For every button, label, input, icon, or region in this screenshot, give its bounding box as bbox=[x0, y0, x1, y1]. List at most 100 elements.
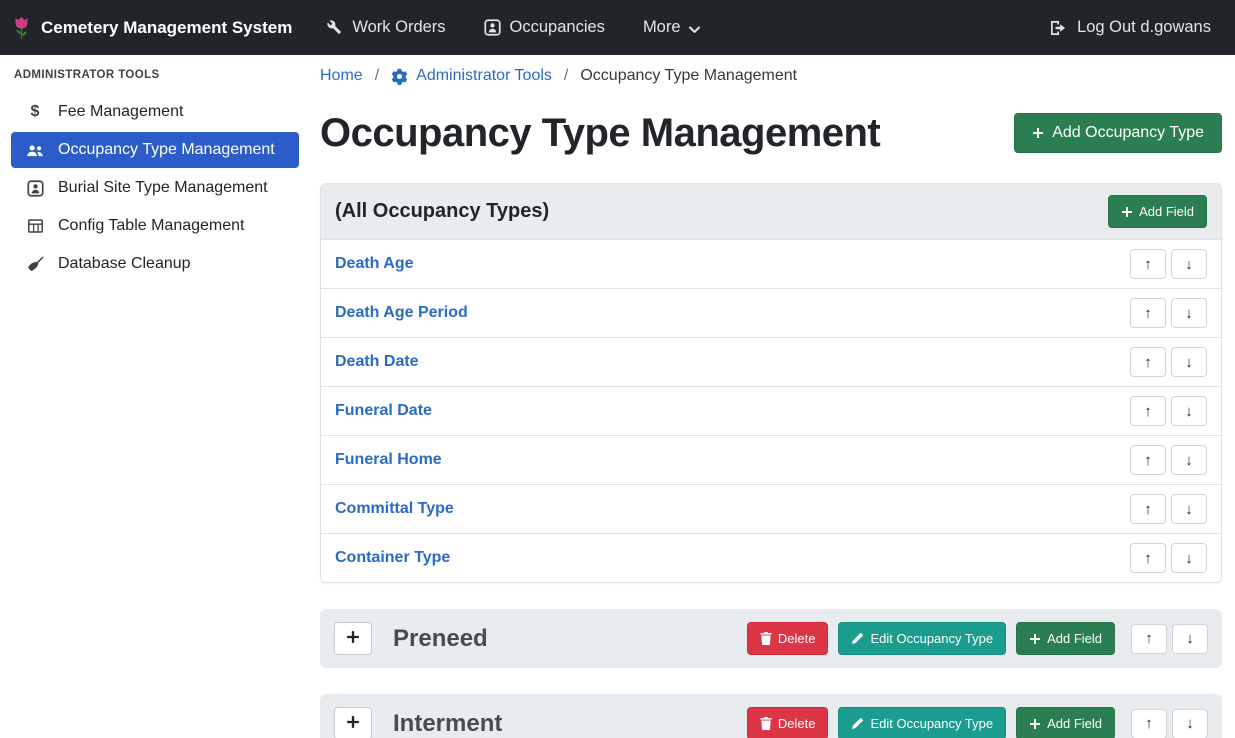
main-content: / Home / Administrator Tools / Occupancy… bbox=[310, 55, 1235, 738]
delete-occupancy-type-button[interactable]: Delete bbox=[747, 707, 829, 738]
nav-work-orders[interactable]: Work Orders bbox=[326, 18, 445, 37]
move-down-button[interactable]: ↓ bbox=[1172, 624, 1208, 654]
plus-icon bbox=[1121, 206, 1133, 218]
title-row: Occupancy Type Management Add Occupancy … bbox=[320, 109, 1222, 157]
arrow-down-icon: ↓ bbox=[1185, 256, 1193, 273]
arrow-down-icon: ↓ bbox=[1185, 403, 1193, 420]
add-field-button[interactable]: Add Field bbox=[1108, 195, 1207, 228]
move-down-button[interactable]: ↓ bbox=[1171, 298, 1207, 328]
field-link[interactable]: Funeral Date bbox=[335, 402, 432, 420]
move-up-button[interactable]: ↑ bbox=[1130, 298, 1166, 328]
breadcrumb-separator: / bbox=[375, 67, 379, 85]
occupancy-type-section: Interment Delete Edit Occupancy Type Add… bbox=[320, 694, 1222, 738]
arrow-down-icon: ↓ bbox=[1185, 305, 1193, 322]
breadcrumb-item: / Occupancy Type Management bbox=[552, 67, 797, 85]
expand-section-button[interactable] bbox=[334, 622, 372, 655]
field-row: Death Age Period ↑ ↓ bbox=[321, 289, 1221, 338]
breadcrumb-label: Occupancy Type Management bbox=[580, 67, 797, 85]
reorder-controls: ↑ ↓ bbox=[1130, 396, 1207, 426]
breadcrumb-label: Home bbox=[320, 67, 363, 85]
move-up-button[interactable]: ↑ bbox=[1130, 543, 1166, 573]
add-occupancy-type-button[interactable]: Add Occupancy Type bbox=[1014, 113, 1222, 153]
move-up-button[interactable]: ↑ bbox=[1130, 249, 1166, 279]
nav-more-label: More bbox=[643, 18, 681, 37]
move-down-button[interactable]: ↓ bbox=[1171, 347, 1207, 377]
field-link[interactable]: Death Date bbox=[335, 353, 419, 371]
field-link[interactable]: Death Age Period bbox=[335, 304, 468, 322]
move-up-button[interactable]: ↑ bbox=[1131, 709, 1167, 738]
add-occupancy-type-label: Add Occupancy Type bbox=[1052, 125, 1204, 141]
logout-icon bbox=[1049, 20, 1067, 36]
field-row: Death Date ↑ ↓ bbox=[321, 338, 1221, 387]
chevron-down-icon bbox=[688, 23, 701, 36]
trash-icon bbox=[760, 717, 772, 730]
reorder-controls: ↑ ↓ bbox=[1130, 445, 1207, 475]
sidebar-item[interactable]: Config Table Management bbox=[11, 208, 299, 244]
section-actions: Delete Edit Occupancy Type Add Field ↑ ↓ bbox=[747, 622, 1208, 655]
breadcrumb-item[interactable]: / Home bbox=[320, 67, 363, 85]
app-title[interactable]: Cemetery Management System bbox=[41, 18, 292, 38]
field-link[interactable]: Death Age bbox=[335, 255, 414, 273]
edit-occupancy-type-label: Edit Occupancy Type bbox=[870, 717, 993, 730]
arrow-up-icon: ↑ bbox=[1145, 630, 1153, 647]
delete-occupancy-type-button[interactable]: Delete bbox=[747, 622, 829, 655]
breadcrumb-label: Administrator Tools bbox=[416, 67, 552, 85]
nav-more[interactable]: More bbox=[643, 18, 701, 37]
move-up-button[interactable]: ↑ bbox=[1131, 624, 1167, 654]
field-row: Funeral Home ↑ ↓ bbox=[321, 436, 1221, 485]
move-down-button[interactable]: ↓ bbox=[1171, 494, 1207, 524]
sidebar-item-label: Burial Site Type Management bbox=[58, 179, 268, 197]
gear-icon bbox=[391, 68, 408, 85]
sidebar-item[interactable]: Database Cleanup bbox=[11, 246, 299, 282]
arrow-up-icon: ↑ bbox=[1144, 501, 1152, 518]
logout-button[interactable]: Log Out d.gowans bbox=[1049, 18, 1211, 37]
move-up-button[interactable]: ↑ bbox=[1130, 494, 1166, 524]
plus-icon bbox=[346, 715, 360, 732]
arrow-up-icon: ↑ bbox=[1144, 305, 1152, 322]
sidebar-item[interactable]: $ Fee Management bbox=[11, 94, 299, 130]
field-link[interactable]: Funeral Home bbox=[335, 451, 442, 469]
arrow-up-icon: ↑ bbox=[1144, 354, 1152, 371]
expand-section-button[interactable] bbox=[334, 707, 372, 738]
field-link[interactable]: Committal Type bbox=[335, 500, 454, 518]
plus-icon bbox=[1032, 127, 1044, 139]
move-down-button[interactable]: ↓ bbox=[1172, 709, 1208, 738]
table-icon bbox=[23, 218, 47, 234]
section-title: Preneed bbox=[393, 625, 488, 653]
add-field-button[interactable]: Add Field bbox=[1016, 707, 1115, 738]
sidebar-item-label: Database Cleanup bbox=[58, 255, 191, 273]
breadcrumb-item[interactable]: / Administrator Tools bbox=[363, 67, 552, 85]
field-row: Committal Type ↑ ↓ bbox=[321, 485, 1221, 534]
add-field-button[interactable]: Add Field bbox=[1016, 622, 1115, 655]
arrow-down-icon: ↓ bbox=[1185, 501, 1193, 518]
move-up-button[interactable]: ↑ bbox=[1130, 445, 1166, 475]
all-occupancy-types-card: (All Occupancy Types) Add Field Death Ag… bbox=[320, 183, 1222, 583]
move-down-button[interactable]: ↓ bbox=[1171, 445, 1207, 475]
move-down-button[interactable]: ↓ bbox=[1171, 249, 1207, 279]
nav-occupancies[interactable]: Occupancies bbox=[484, 18, 605, 37]
edit-occupancy-type-button[interactable]: Edit Occupancy Type bbox=[838, 707, 1006, 738]
sidebar-item-label: Occupancy Type Management bbox=[58, 141, 275, 159]
delete-label: Delete bbox=[778, 632, 816, 645]
tools-icon bbox=[326, 19, 343, 36]
sidebar-item[interactable]: Occupancy Type Management bbox=[11, 132, 299, 168]
move-down-button[interactable]: ↓ bbox=[1171, 396, 1207, 426]
edit-occupancy-type-button[interactable]: Edit Occupancy Type bbox=[838, 622, 1006, 655]
field-row: Container Type ↑ ↓ bbox=[321, 534, 1221, 582]
arrow-up-icon: ↑ bbox=[1144, 403, 1152, 420]
card-header: (All Occupancy Types) Add Field bbox=[321, 184, 1221, 240]
move-up-button[interactable]: ↑ bbox=[1130, 347, 1166, 377]
arrow-up-icon: ↑ bbox=[1144, 550, 1152, 567]
sidebar-item[interactable]: Burial Site Type Management bbox=[11, 170, 299, 206]
reorder-controls: ↑ ↓ bbox=[1130, 249, 1207, 279]
nav-work-orders-label: Work Orders bbox=[352, 18, 445, 37]
person-frame-icon bbox=[484, 19, 501, 36]
move-up-button[interactable]: ↑ bbox=[1130, 396, 1166, 426]
reorder-controls: ↑ ↓ bbox=[1130, 347, 1207, 377]
arrow-down-icon: ↓ bbox=[1185, 452, 1193, 469]
field-link[interactable]: Container Type bbox=[335, 549, 450, 567]
move-down-button[interactable]: ↓ bbox=[1171, 543, 1207, 573]
arrow-down-icon: ↓ bbox=[1185, 550, 1193, 567]
card-title: (All Occupancy Types) bbox=[335, 200, 549, 223]
top-navbar: Cemetery Management System Work Orders O… bbox=[0, 0, 1235, 55]
